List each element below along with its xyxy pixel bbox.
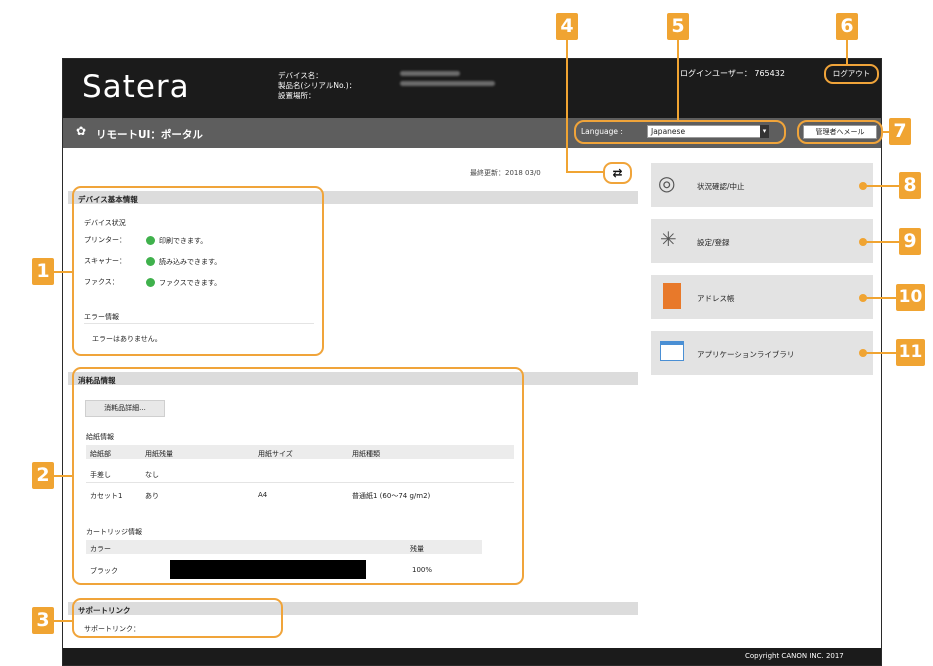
error-text: エラーはありません。 bbox=[92, 335, 162, 343]
callout-7: 7 bbox=[889, 118, 911, 145]
table-row-size: A4 bbox=[258, 491, 268, 499]
device-status-title: デバイス状況 bbox=[84, 219, 126, 227]
callout-2: 2 bbox=[32, 462, 54, 489]
callout-line bbox=[863, 352, 896, 354]
callout-line bbox=[863, 297, 896, 299]
scanner-status: 読み込みできます。 bbox=[159, 258, 222, 266]
callout-line bbox=[883, 131, 889, 133]
callout-line bbox=[846, 40, 848, 64]
device-info-highlight bbox=[72, 186, 324, 356]
callout-1: 1 bbox=[32, 258, 54, 285]
cartridge-info-title: カートリッジ情報 bbox=[86, 528, 142, 536]
scanner-label: スキャナー： bbox=[84, 257, 126, 265]
callout-line bbox=[863, 185, 899, 187]
chevron-down-icon[interactable]: ▾ bbox=[760, 125, 769, 138]
paper-header-type: 用紙種類 bbox=[352, 450, 380, 458]
consumables-details-button[interactable]: 消耗品詳細... bbox=[85, 400, 165, 417]
cartridge-header-level: 残量 bbox=[410, 545, 424, 553]
page-title: リモートUI：ポータル bbox=[96, 129, 203, 141]
eye-icon: ◎ bbox=[658, 171, 676, 195]
paper-header-remaining: 用紙残量 bbox=[145, 450, 173, 458]
cartridge-color: ブラック bbox=[90, 567, 118, 575]
paper-header-size: 用紙サイズ bbox=[258, 450, 293, 458]
callout-9: 9 bbox=[899, 228, 921, 255]
table-row-source: カセット1 bbox=[90, 492, 123, 500]
table-row-remaining: なし bbox=[145, 471, 159, 479]
paper-header-source: 給紙部 bbox=[90, 450, 111, 458]
language-select[interactable]: Japanese bbox=[647, 125, 769, 138]
status-monitor-label: 状況確認/中止 bbox=[697, 182, 745, 191]
language-label: Language : bbox=[581, 127, 623, 136]
status-ok-icon bbox=[146, 278, 155, 287]
settings-button[interactable] bbox=[651, 219, 873, 263]
table-row-source: 手差し bbox=[90, 471, 111, 479]
address-book-icon bbox=[663, 283, 681, 309]
address-book-button[interactable] bbox=[651, 275, 873, 319]
printer-status: 印刷できます。 bbox=[159, 237, 208, 245]
callout-line bbox=[54, 271, 72, 273]
fax-status: ファクスできます。 bbox=[159, 279, 222, 287]
callout-line bbox=[566, 40, 568, 162]
settings-icon: ✳ bbox=[660, 227, 677, 251]
callout-11: 11 bbox=[896, 339, 925, 366]
settings-label: 設定/登録 bbox=[697, 238, 730, 247]
callout-4: 4 bbox=[556, 13, 578, 40]
cartridge-header-color: カラー bbox=[90, 545, 111, 553]
callout-dot bbox=[859, 238, 867, 246]
satera-logo: Satera bbox=[82, 69, 190, 105]
product-name-value bbox=[400, 81, 495, 86]
status-monitor-button[interactable] bbox=[651, 163, 873, 207]
location-label: 設置場所： bbox=[278, 91, 316, 100]
toner-level-text: 100% bbox=[412, 566, 433, 574]
callout-3: 3 bbox=[32, 607, 54, 634]
support-link[interactable]: サポートリンク： bbox=[84, 624, 140, 634]
callout-dot bbox=[859, 349, 867, 357]
callout-line bbox=[566, 171, 603, 173]
status-ok-icon bbox=[146, 257, 155, 266]
device-name-value bbox=[400, 71, 460, 76]
callout-line bbox=[677, 40, 679, 120]
portal-icon: ✿ bbox=[76, 124, 87, 138]
callout-line bbox=[54, 620, 72, 622]
paper-info-title: 給紙情報 bbox=[86, 433, 114, 441]
toner-level-bar bbox=[170, 560, 366, 579]
callout-dot bbox=[859, 294, 867, 302]
error-info-title: エラー情報 bbox=[84, 313, 119, 321]
copyright: Copyright CANON INC. 2017 bbox=[745, 652, 844, 660]
callout-line bbox=[566, 160, 568, 172]
table-row-remaining: あり bbox=[145, 492, 159, 500]
status-ok-icon bbox=[146, 236, 155, 245]
printer-label: プリンター： bbox=[84, 236, 126, 244]
callout-line bbox=[54, 475, 72, 477]
callout-dot bbox=[859, 182, 867, 190]
logout-button[interactable]: ログアウト bbox=[824, 64, 879, 84]
app-library-icon bbox=[660, 341, 684, 361]
callout-6: 6 bbox=[836, 13, 858, 40]
fax-label: ファクス： bbox=[84, 278, 119, 286]
callout-line bbox=[863, 241, 899, 243]
divider bbox=[84, 323, 314, 324]
admin-mail-button[interactable]: 管理者へメール bbox=[803, 125, 877, 139]
callout-8: 8 bbox=[899, 172, 921, 199]
table-row-type: 普通紙1 (60～74 g/m2) bbox=[352, 492, 431, 500]
callout-10: 10 bbox=[896, 284, 925, 311]
login-user: ログインユーザー： 765432 bbox=[680, 69, 785, 78]
last-updated: 最終更新：2018 03/0 bbox=[470, 169, 541, 177]
callout-5: 5 bbox=[667, 13, 689, 40]
app-library-label: アプリケーションライブラリ bbox=[697, 350, 795, 359]
refresh-icon[interactable]: ⇄ bbox=[603, 162, 632, 184]
address-book-label: アドレス帳 bbox=[697, 294, 735, 303]
divider bbox=[86, 482, 514, 483]
